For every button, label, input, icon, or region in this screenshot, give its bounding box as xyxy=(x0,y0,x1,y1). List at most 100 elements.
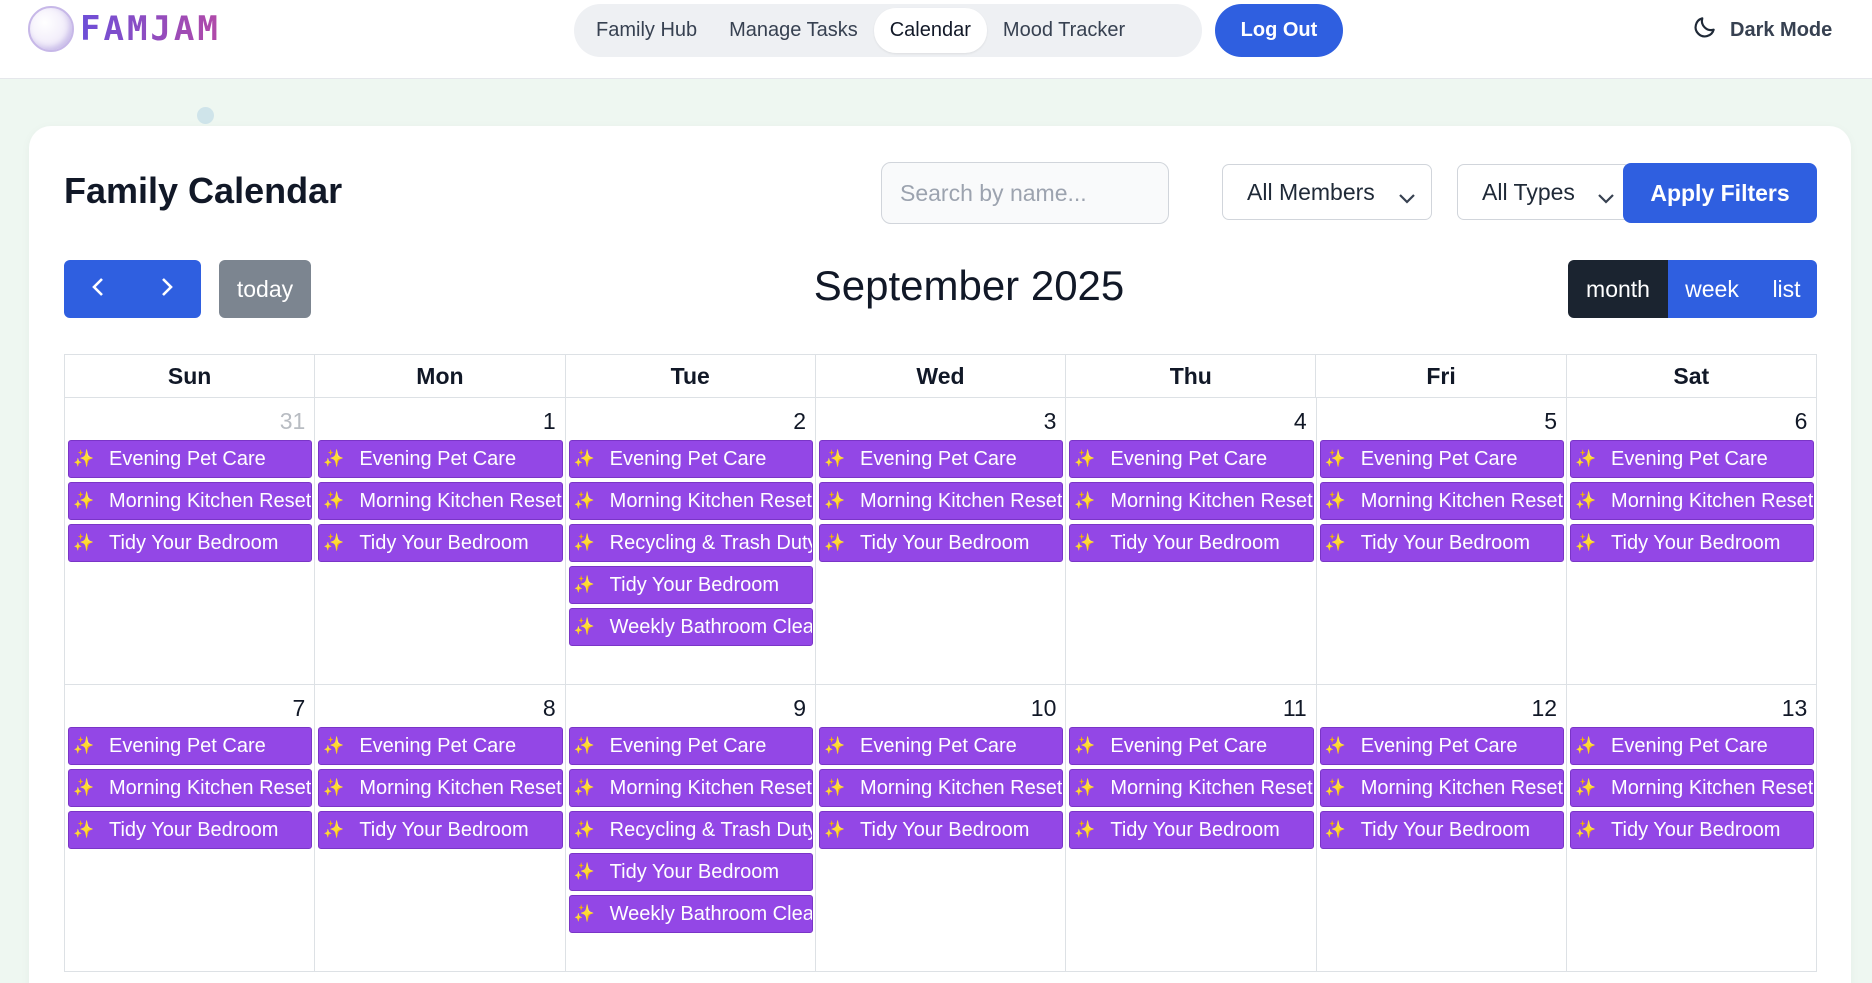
day-number[interactable]: 2 xyxy=(793,408,806,435)
view-list-button[interactable]: list xyxy=(1756,260,1817,318)
day-cell[interactable]: 31 ✨ Evening Pet Care ✨ Morning Kitchen Rese… xyxy=(65,398,316,684)
calendar-event[interactable]: ✨ Morning Kitchen Reset xyxy=(68,769,313,807)
day-cell[interactable]: 3 ✨ Evening Pet Care ✨ Morning Kitchen Reset… xyxy=(816,398,1067,684)
day-number[interactable]: 4 xyxy=(1294,408,1307,435)
nav-item-manage-tasks[interactable]: Manage Tasks xyxy=(713,8,874,53)
logout-button[interactable]: Log Out xyxy=(1215,4,1343,57)
day-cell[interactable]: 10 ✨ Evening Pet Care ✨ Morning Kitchen Rese… xyxy=(816,685,1067,971)
calendar-event[interactable]: ✨ Morning Kitchen Reset xyxy=(1570,482,1815,520)
day-cell[interactable]: 5 ✨ Evening Pet Care ✨ Morning Kitchen Reset… xyxy=(1317,398,1568,684)
sparkles-icon: ✨ xyxy=(1575,736,1597,755)
calendar-event[interactable]: ✨ Evening Pet Care xyxy=(568,440,814,478)
day-cell[interactable]: 1 ✨ Evening Pet Care ✨ Morning Kitchen Reset… xyxy=(315,398,566,684)
nav-item-mood-tracker[interactable]: Mood Tracker xyxy=(987,8,1141,53)
search-input[interactable] xyxy=(881,162,1169,224)
day-cell[interactable]: 9 ✨ Evening Pet Care ✨ Morning Kitchen Reset… xyxy=(566,685,817,971)
calendar-event[interactable]: ✨ Evening Pet Care xyxy=(568,727,814,765)
nav-item-calendar[interactable]: Calendar xyxy=(873,8,987,53)
calendar-event[interactable]: ✨ Tidy Your Bedroom xyxy=(318,811,563,849)
calendar-event[interactable]: ✨ Evening Pet Care xyxy=(68,440,313,478)
calendar-event[interactable]: ✨ Morning Kitchen Reset xyxy=(318,482,563,520)
calendar-event[interactable]: ✨ Evening Pet Care xyxy=(318,440,563,478)
calendar-event[interactable]: ✨ Tidy Your Bedroom xyxy=(1069,811,1314,849)
calendar-event[interactable]: ✨ Evening Pet Care xyxy=(1069,727,1314,765)
app-logo[interactable]: FAMJAM xyxy=(28,4,221,54)
day-number[interactable]: 13 xyxy=(1782,695,1808,722)
calendar-event[interactable]: ✨ Evening Pet Care xyxy=(819,727,1064,765)
calendar-event[interactable]: ✨ Evening Pet Care xyxy=(68,727,313,765)
calendar-event[interactable]: ✨ Tidy Your Bedroom xyxy=(568,566,814,604)
day-number[interactable]: 11 xyxy=(1283,695,1307,722)
calendar-event[interactable]: ✨ Tidy Your Bedroom xyxy=(68,811,313,849)
calendar-event[interactable]: ✨ Tidy Your Bedroom xyxy=(568,853,814,891)
sparkles-icon: ✨ xyxy=(73,449,95,468)
calendar-event[interactable]: ✨ Tidy Your Bedroom xyxy=(1319,811,1565,849)
calendar-event[interactable]: ✨ Morning Kitchen Reset xyxy=(819,769,1064,807)
today-button[interactable]: today xyxy=(219,260,311,318)
sparkles-icon: ✨ xyxy=(323,736,345,755)
week-row: 31 ✨ Evening Pet Care ✨ Morning Kitchen Rese… xyxy=(65,398,1818,685)
day-cell[interactable]: 11 ✨ Evening Pet Care ✨ Morning Kitchen Rese… xyxy=(1066,685,1317,971)
types-filter-select[interactable]: All Types xyxy=(1457,164,1631,220)
calendar-event[interactable]: ✨ Tidy Your Bedroom xyxy=(819,524,1064,562)
calendar-event[interactable]: ✨ Recycling & Trash Duty xyxy=(568,524,814,562)
apply-filters-button[interactable]: Apply Filters xyxy=(1623,163,1817,223)
calendar-event[interactable]: ✨ Tidy Your Bedroom xyxy=(819,811,1064,849)
day-number[interactable]: 3 xyxy=(1044,408,1057,435)
event-title: Morning Kitchen Reset xyxy=(860,489,1063,512)
calendar-event[interactable]: ✨ Morning Kitchen Reset xyxy=(68,482,313,520)
dark-mode-toggle[interactable]: Dark Mode xyxy=(1692,14,1832,46)
calendar-event[interactable]: ✨ Tidy Your Bedroom xyxy=(1319,524,1565,562)
calendar-event[interactable]: ✨ Weekly Bathroom Clean xyxy=(568,895,814,933)
event-title: Tidy Your Bedroom xyxy=(109,818,279,841)
calendar-event[interactable]: ✨ Tidy Your Bedroom xyxy=(318,524,563,562)
calendar-event[interactable]: ✨ Morning Kitchen Reset xyxy=(568,482,814,520)
view-week-button[interactable]: week xyxy=(1668,260,1756,318)
day-number[interactable]: 1 xyxy=(543,408,556,435)
calendar-event[interactable]: ✨ Morning Kitchen Reset xyxy=(1570,769,1815,807)
calendar-event[interactable]: ✨ Morning Kitchen Reset xyxy=(318,769,563,807)
calendar-event[interactable]: ✨ Evening Pet Care xyxy=(819,440,1064,478)
day-cell[interactable]: 7 ✨ Evening Pet Care ✨ Morning Kitchen Reset… xyxy=(65,685,316,971)
day-number[interactable]: 9 xyxy=(793,695,806,722)
calendar-event[interactable]: ✨ Evening Pet Care xyxy=(1319,440,1565,478)
day-cell[interactable]: 2 ✨ Evening Pet Care ✨ Morning Kitchen Reset… xyxy=(566,398,817,684)
day-number[interactable]: 31 xyxy=(280,408,306,435)
calendar-event[interactable]: ✨ Tidy Your Bedroom xyxy=(68,524,313,562)
sparkles-icon: ✨ xyxy=(573,904,595,923)
members-filter-select[interactable]: All Members xyxy=(1222,164,1432,220)
day-cell[interactable]: 8 ✨ Evening Pet Care ✨ Morning Kitchen Reset… xyxy=(315,685,566,971)
calendar-event[interactable]: ✨ Evening Pet Care xyxy=(1069,440,1314,478)
day-cell[interactable]: 6 ✨ Evening Pet Care ✨ Morning Kitchen Reset… xyxy=(1567,398,1818,684)
calendar-event[interactable]: ✨ Evening Pet Care xyxy=(318,727,563,765)
calendar-event[interactable]: ✨ Tidy Your Bedroom xyxy=(1069,524,1314,562)
calendar-event[interactable]: ✨ Evening Pet Care xyxy=(1570,727,1815,765)
day-number[interactable]: 12 xyxy=(1531,695,1557,722)
calendar-event[interactable]: ✨ Evening Pet Care xyxy=(1570,440,1815,478)
calendar-event[interactable]: ✨ Morning Kitchen Reset xyxy=(1319,482,1565,520)
calendar-event[interactable]: ✨ Evening Pet Care xyxy=(1319,727,1565,765)
calendar-event[interactable]: ✨ Tidy Your Bedroom xyxy=(1570,811,1815,849)
calendar-event[interactable]: ✨ Tidy Your Bedroom xyxy=(1570,524,1815,562)
calendar-event[interactable]: ✨ Morning Kitchen Reset xyxy=(1069,769,1314,807)
day-number[interactable]: 5 xyxy=(1544,408,1557,435)
day-number[interactable]: 10 xyxy=(1031,695,1057,722)
nav-item-family-hub[interactable]: Family Hub xyxy=(580,8,713,53)
calendar-event[interactable]: ✨ Recycling & Trash Duty xyxy=(568,811,814,849)
day-cell[interactable]: 12 ✨ Evening Pet Care ✨ Morning Kitchen Rese… xyxy=(1317,685,1568,971)
day-number[interactable]: 8 xyxy=(543,695,556,722)
view-month-button[interactable]: month xyxy=(1568,260,1668,318)
calendar-event[interactable]: ✨ Weekly Bathroom Clean xyxy=(568,608,814,646)
sparkles-icon: ✨ xyxy=(1074,778,1096,797)
calendar-event[interactable]: ✨ Morning Kitchen Reset xyxy=(1069,482,1314,520)
calendar-event[interactable]: ✨ Morning Kitchen Reset xyxy=(568,769,814,807)
calendar-event[interactable]: ✨ Morning Kitchen Reset xyxy=(819,482,1064,520)
prev-month-button[interactable] xyxy=(64,260,133,318)
sparkles-icon: ✨ xyxy=(323,491,345,510)
day-cell[interactable]: 4 ✨ Evening Pet Care ✨ Morning Kitchen Reset… xyxy=(1066,398,1317,684)
day-number[interactable]: 6 xyxy=(1795,408,1808,435)
day-cell[interactable]: 13 ✨ Evening Pet Care ✨ Morning Kitchen Rese… xyxy=(1567,685,1818,971)
next-month-button[interactable] xyxy=(133,260,202,318)
day-number[interactable]: 7 xyxy=(293,695,306,722)
calendar-event[interactable]: ✨ Morning Kitchen Reset xyxy=(1319,769,1565,807)
